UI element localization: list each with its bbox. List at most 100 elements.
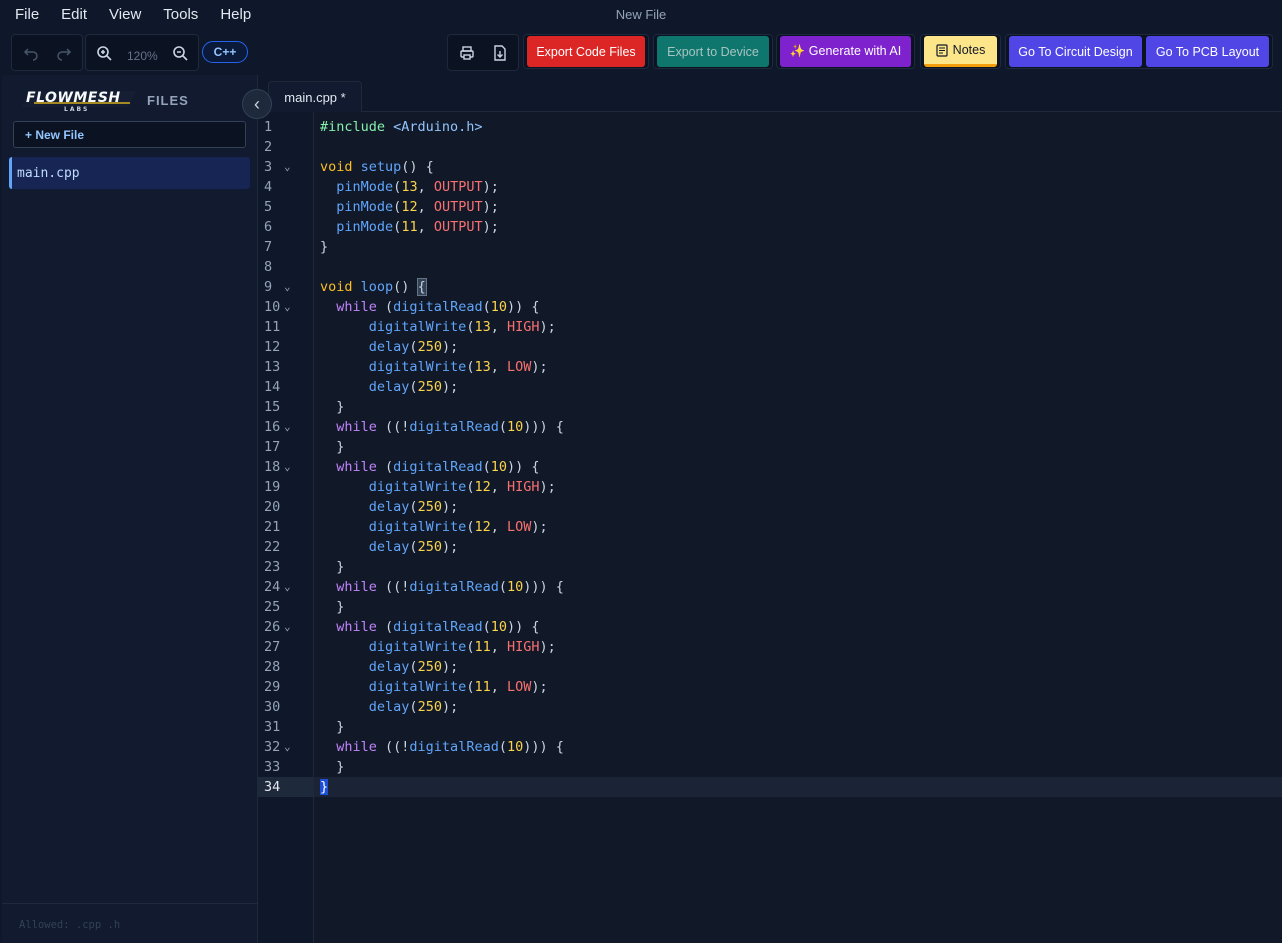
line-number: 29 [264,679,281,695]
code-line[interactable]: digitalWrite(13, LOW); [314,357,1282,377]
export-device-button[interactable]: Export to Device [657,36,769,67]
chevron-left-icon: ‹ [254,93,260,114]
code-line[interactable]: delay(250); [314,497,1282,517]
menu-help[interactable]: Help [204,0,251,30]
code-line[interactable]: pinMode(13, OUTPUT); [314,177,1282,197]
line-number: 17 [264,439,281,455]
redo-icon[interactable] [54,43,74,63]
undo-icon[interactable] [21,43,41,63]
files-label: FILES [147,93,189,108]
circuit-design-button[interactable]: Go To Circuit Design [1009,36,1142,67]
code-line[interactable]: } [314,237,1282,257]
line-number: 18 ⌄ [264,457,291,477]
code-line[interactable]: void loop() { [314,277,1282,297]
code-line[interactable]: digitalWrite(13, HIGH); [314,317,1282,337]
collapse-sidebar-button[interactable]: ‹ [242,89,272,119]
line-number: 33 [264,759,281,775]
code-line[interactable]: } [314,757,1282,777]
fold-chevron-icon[interactable]: ⌄ [284,457,291,477]
zoom-in-icon[interactable] [94,43,114,63]
code-line[interactable]: } [314,437,1282,457]
line-number-gutter: 1 2 3 ⌄ 4 5 6 7 8 9 ⌄ 10 ⌄ 11 12 13 14 15 16 ⌄ 17 18 ⌄ 19 20 21 22… [258,112,314,943]
code-line[interactable]: delay(250); [314,697,1282,717]
code-line[interactable]: while ((!digitalRead(10))) { [314,737,1282,757]
fold-chevron-icon[interactable]: ⌄ [284,417,291,437]
line-number: 12 [264,339,281,355]
generate-ai-button[interactable]: ✨ Generate with AI [780,36,911,67]
language-badge[interactable]: C++ [202,41,248,63]
menu-file[interactable]: File [0,0,39,30]
line-number: 19 [264,479,281,495]
code-line[interactable]: pinMode(11, OUTPUT); [314,217,1282,237]
new-file-button[interactable]: + New File [13,121,246,148]
code-line[interactable]: digitalWrite(11, HIGH); [314,637,1282,657]
menu-tools[interactable]: Tools [147,0,198,30]
code-line[interactable]: delay(250); [314,537,1282,557]
menu-edit[interactable]: Edit [45,0,87,30]
line-number: 26 ⌄ [264,617,291,637]
fold-chevron-icon[interactable]: ⌄ [284,297,291,317]
line-number: 23 [264,559,281,575]
code-line[interactable]: #include <Arduino.h> [314,117,1282,137]
line-number: 22 [264,539,281,555]
file-item-main-cpp[interactable]: main.cpp [9,157,250,189]
menu-bar: File Edit View Tools Help [0,0,1282,30]
line-number: 6 [264,219,273,235]
line-number: 34 [258,777,314,797]
line-number: 5 [264,199,273,215]
flowmesh-logo: FLOWMESH LABS [20,87,138,113]
code-line[interactable] [314,137,1282,157]
fold-chevron-icon[interactable]: ⌄ [284,157,291,177]
code-line[interactable]: while ((!digitalRead(10))) { [314,417,1282,437]
line-number: 16 ⌄ [264,417,291,437]
line-number: 25 [264,599,281,615]
code-line[interactable]: digitalWrite(12, LOW); [314,517,1282,537]
history-group [11,34,83,71]
menu-view[interactable]: View [93,0,141,30]
line-number: 4 [264,179,273,195]
pcb-layout-button[interactable]: Go To PCB Layout [1146,36,1269,67]
print-icon[interactable] [457,43,477,63]
line-number: 20 [264,499,281,515]
zoom-out-icon[interactable] [170,43,190,63]
line-number: 28 [264,659,281,675]
code-area[interactable]: #include <Arduino.h> void setup() { pinMo… [314,112,1282,943]
fold-chevron-icon[interactable]: ⌄ [284,737,291,757]
brand-subtitle: LABS [64,106,89,113]
line-number: 27 [264,639,281,655]
brand-name: FLOWMESH [26,90,121,106]
code-line[interactable]: digitalWrite(11, LOW); [314,677,1282,697]
export-code-button[interactable]: Export Code Files [527,36,645,67]
fold-chevron-icon[interactable]: ⌄ [284,577,291,597]
notes-button[interactable]: Notes [924,36,997,67]
code-line[interactable]: while (digitalRead(10)) { [314,457,1282,477]
line-number: 15 [264,399,281,415]
fold-chevron-icon[interactable]: ⌄ [284,277,291,297]
code-line[interactable]: while ((!digitalRead(10))) { [314,577,1282,597]
code-line[interactable]: } [314,717,1282,737]
sidebar-footer: Allowed: .cpp .h [2,903,258,943]
fold-chevron-icon[interactable]: ⌄ [284,617,291,637]
code-line[interactable] [314,257,1282,277]
code-line[interactable]: } [314,397,1282,417]
save-file-icon[interactable] [490,43,510,63]
code-editor[interactable]: 1 2 3 ⌄ 4 5 6 7 8 9 ⌄ 10 ⌄ 11 12 13 14 15 16 ⌄ 17 18 ⌄ 19 20 21 22… [258,112,1282,943]
line-number: 11 [264,319,281,335]
line-number: 1 [264,119,273,135]
code-line[interactable]: delay(250); [314,377,1282,397]
line-number: 32 ⌄ [264,737,291,757]
code-line[interactable]: delay(250); [314,657,1282,677]
line-number: 21 [264,519,281,535]
code-line[interactable]: } [314,777,1282,797]
line-number: 10 ⌄ [264,297,291,317]
code-line[interactable]: delay(250); [314,337,1282,357]
code-line[interactable]: } [314,557,1282,577]
code-line[interactable]: } [314,597,1282,617]
code-line[interactable]: while (digitalRead(10)) { [314,617,1282,637]
code-line[interactable]: while (digitalRead(10)) { [314,297,1282,317]
code-line[interactable]: void setup() { [314,157,1282,177]
tab-main-cpp[interactable]: main.cpp * [268,81,362,112]
code-line[interactable]: pinMode(12, OUTPUT); [314,197,1282,217]
code-line[interactable]: digitalWrite(12, HIGH); [314,477,1282,497]
zoom-level: 120% [127,49,158,63]
